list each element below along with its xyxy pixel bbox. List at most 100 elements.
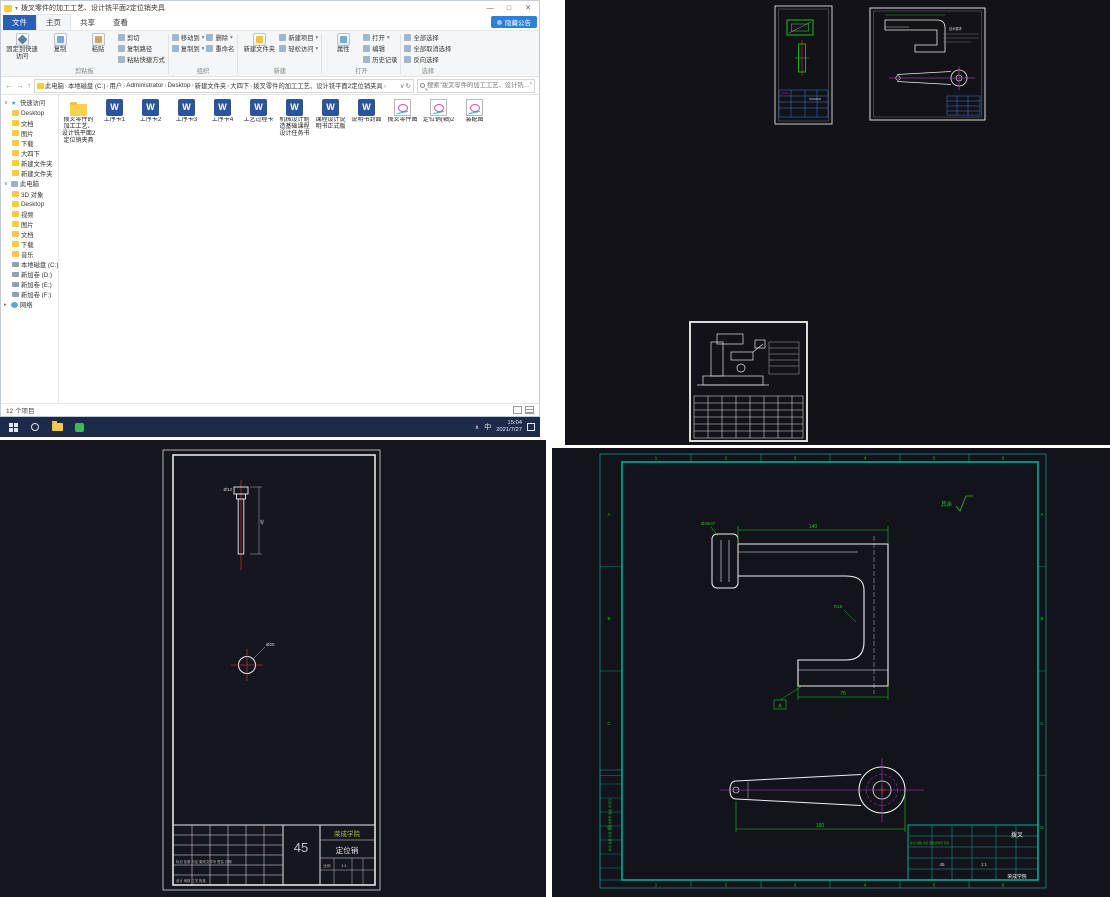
file-item[interactable]: 定位销(轴)2 (421, 99, 456, 145)
breadcrumb-segment[interactable]: Desktop› (167, 82, 194, 89)
sidebar-item[interactable]: 新加卷 (D:) (1, 269, 58, 279)
details-view-icon[interactable] (513, 406, 522, 414)
copy-path-button[interactable]: 复制路径 (118, 43, 165, 54)
breadcrumb[interactable]: 此电脑›本地磁盘 (C:)›用户›Administrator›Desktop›新… (34, 79, 414, 93)
search-input[interactable] (427, 82, 532, 89)
new-item-button[interactable]: 新建项目▾ (279, 32, 318, 43)
pin-to-quick-access-button[interactable]: 固定到快速访问 (4, 32, 40, 61)
quick-access-toolbar-chevron-icon[interactable]: ▾ (15, 5, 18, 12)
easy-access-icon (279, 45, 286, 52)
sidebar-item[interactable]: 文档 (1, 229, 58, 239)
forward-button[interactable]: → (16, 81, 24, 90)
up-button[interactable]: ↑ (27, 81, 31, 90)
properties-button[interactable]: 属性 (325, 32, 361, 54)
sidebar-item[interactable]: Desktop (1, 108, 58, 118)
select-all-button[interactable]: 全部选择 (404, 32, 451, 43)
file-item[interactable]: 工序卡2 (133, 99, 168, 145)
new-folder-button[interactable]: 新建文件夹 (241, 32, 277, 54)
sidebar-item[interactable]: 图片 (1, 219, 58, 229)
sidebar-item[interactable]: 新加卷 (F:) (1, 289, 58, 299)
network-header[interactable]: ▸ 网络 (1, 299, 58, 310)
tab-view[interactable]: 查看 (104, 15, 137, 30)
thumbnail-view-icon[interactable] (525, 406, 534, 414)
item-icon (12, 191, 19, 197)
sidebar-item[interactable]: Desktop (1, 199, 58, 209)
edit-button[interactable]: 编辑 (363, 43, 397, 54)
breadcrumb-segment[interactable]: 此电脑› (45, 81, 68, 90)
hide-announcement-button[interactable]: 隐藏公告 (491, 16, 537, 28)
sidebar-item[interactable]: 图片 (1, 128, 58, 138)
tab-home[interactable]: 主页 (36, 14, 71, 30)
sidebar-item[interactable]: 大四下 (1, 148, 58, 158)
file-item[interactable]: 拨叉零件的加工工艺、设计铣平面2定位销夹具 (61, 99, 96, 145)
sidebar-item[interactable]: 新加卷 (E:) (1, 279, 58, 289)
file-item[interactable]: 课程设计说明书正式版 (313, 99, 348, 145)
file-item[interactable]: 工序卡1 (97, 99, 132, 145)
breadcrumb-segment[interactable]: 新建文件夹› (195, 81, 231, 90)
sidebar-item[interactable]: 本地磁盘 (C:) (1, 259, 58, 269)
select-none-button[interactable]: 全部取消选择 (404, 43, 451, 54)
action-center-icon[interactable] (527, 423, 535, 431)
sidebar-item[interactable]: 视频 (1, 209, 58, 219)
search-button[interactable] (24, 417, 46, 437)
start-button[interactable] (2, 417, 24, 437)
file-icon (430, 99, 447, 116)
sidebar-item[interactable]: 下载 (1, 239, 58, 249)
file-item[interactable]: 工艺过程卡 (241, 99, 276, 145)
easy-access-button[interactable]: 轻松访问▾ (279, 43, 318, 54)
ime-indicator[interactable]: 中 (484, 422, 491, 432)
sidebar-item[interactable]: 3D 对象 (1, 189, 58, 199)
chevron-collapsed-icon[interactable]: ▸ (4, 302, 9, 308)
chevron-expanded-icon[interactable]: ∨ (4, 100, 9, 106)
file-explorer-shortcut[interactable] (46, 417, 68, 437)
sidebar-item[interactable]: 下载 (1, 138, 58, 148)
file-item[interactable]: 机械设计制造基础课程设计任务书 (277, 99, 312, 145)
tray-chevron-icon[interactable]: ∧ (475, 424, 479, 431)
breadcrumb-segment[interactable]: 本地磁盘 (C:)› (68, 81, 110, 90)
back-button[interactable]: ← (5, 81, 13, 90)
sidebar-item[interactable]: 新建文件夹 (1, 168, 58, 178)
open-button[interactable]: 打开▾ (363, 32, 397, 43)
refresh-icon[interactable]: ↻ (406, 82, 411, 90)
green-app-shortcut[interactable] (68, 417, 90, 437)
breadcrumb-segment[interactable]: 用户› (110, 81, 127, 90)
search-box[interactable] (417, 79, 535, 93)
file-item[interactable]: 工序卡3 (169, 99, 204, 145)
tab-share[interactable]: 共享 (71, 15, 104, 30)
address-dropdown-icon[interactable]: ∨ (400, 82, 405, 90)
explorer-main: ∨ 快速访问 Desktop 文档 (1, 95, 539, 403)
invert-selection-button[interactable]: 反向选择 (404, 54, 451, 65)
file-explorer-window: ▾ 拨叉零件的加工工艺、设计铣平面2定位销夹具 — □ ✕ 文件 主页 共享 查… (0, 0, 540, 417)
folder-icon (12, 130, 19, 136)
file-item[interactable]: 装配图 (457, 99, 492, 145)
breadcrumb-segment[interactable]: 拨叉零件的加工工艺、设计铣平面2定位销夹具› (253, 81, 387, 90)
this-pc-header[interactable]: ∨ 此电脑 (1, 178, 58, 189)
tab-file[interactable]: 文件 (3, 15, 36, 30)
sidebar-item[interactable]: 新建文件夹 (1, 158, 58, 168)
paste-shortcut-button[interactable]: 粘贴快捷方式 (118, 54, 165, 65)
file-item[interactable]: 说明书封面 (349, 99, 384, 145)
breadcrumb-segment[interactable]: Administrator› (126, 82, 167, 89)
copy-button[interactable]: 复制 (42, 32, 78, 54)
history-button[interactable]: 历史记录 (363, 54, 397, 65)
sidebar-item[interactable]: 文档 (1, 118, 58, 128)
minimize-button[interactable]: — (482, 5, 498, 12)
material-text: 45 (294, 840, 308, 855)
quick-access-header[interactable]: ∨ 快速访问 (1, 97, 58, 108)
delete-button[interactable]: 删除▾ (206, 32, 234, 43)
maximize-button[interactable]: □ (501, 5, 517, 12)
paste-button[interactable]: 粘贴 (80, 32, 116, 54)
file-item[interactable]: 工序卡4 (205, 99, 240, 145)
chevron-expanded-icon[interactable]: ∨ (4, 181, 9, 187)
breadcrumb-segment[interactable]: 大四下› (230, 81, 253, 90)
move-to-button[interactable]: 移动到▾ (172, 32, 205, 43)
group-label-open: 打开 (325, 65, 397, 76)
file-item[interactable]: 拨叉零件图 (385, 99, 420, 145)
sidebar-item[interactable]: 音乐 (1, 249, 58, 259)
rename-button[interactable]: 重命名 (206, 43, 234, 54)
taskbar-clock[interactable]: 15:04 2021/7/27 (496, 420, 522, 434)
copy-to-button[interactable]: 复制到▾ (172, 43, 205, 54)
close-button[interactable]: ✕ (520, 4, 536, 12)
cut-button[interactable]: 剪切 (118, 32, 165, 43)
file-icon (322, 99, 339, 116)
